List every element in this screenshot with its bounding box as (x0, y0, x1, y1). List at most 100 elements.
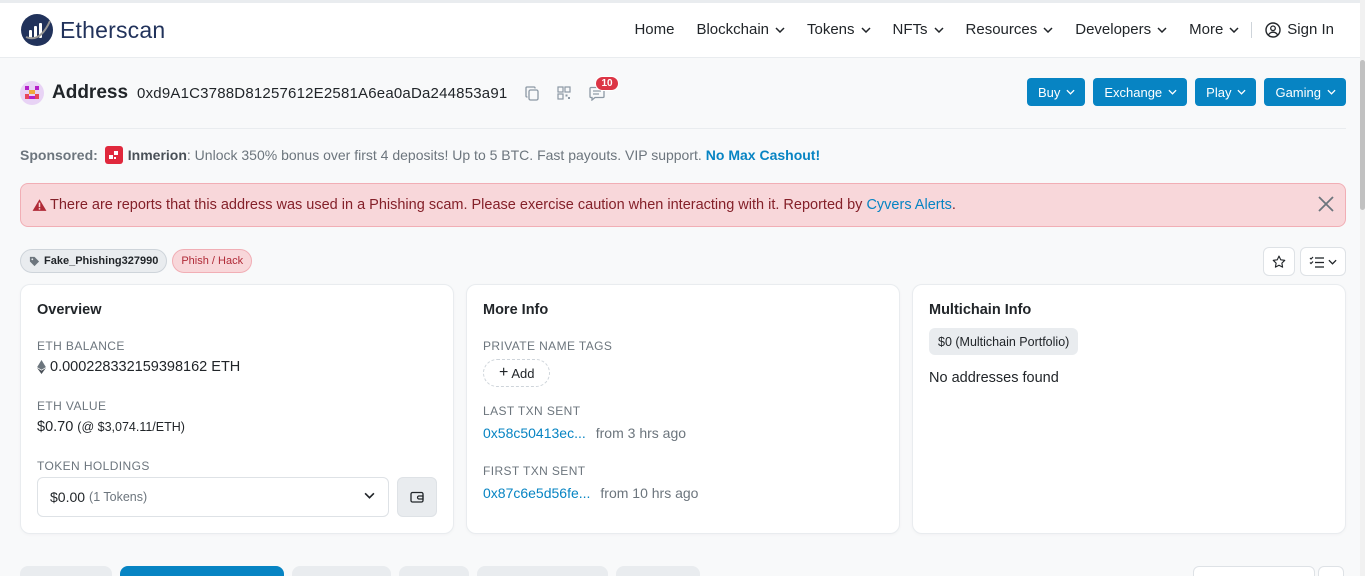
tag-icon (29, 256, 40, 266)
tab-3[interactable] (292, 566, 391, 576)
warning-triangle-icon (32, 199, 47, 211)
copy-icon[interactable] (525, 85, 540, 101)
last-txn-row: 0x58c50413ec... from 3 hrs ago (483, 425, 686, 441)
nav-more-label: More (1189, 21, 1224, 38)
eth-price-text: (@ $3,074.11/ETH) (77, 420, 185, 434)
top-navbar: Etherscan Home Blockchain Tokens NFTs Re… (0, 0, 1360, 58)
last-txn-label: LAST TXN SENT (483, 404, 581, 418)
scrollbar-thumb[interactable] (1360, 60, 1365, 210)
buy-button[interactable]: Buy (1026, 78, 1086, 106)
token-holdings-dropdown[interactable]: $0.00 (1 Tokens) (37, 477, 389, 517)
buy-button-label: Buy (1037, 84, 1061, 100)
eth-balance-label: ETH BALANCE (37, 339, 125, 353)
eth-balance-value: 0.000228332159398162 ETH (37, 359, 240, 375)
nav-more[interactable]: More (1189, 21, 1239, 38)
first-txn-link[interactable]: 0x87c6e5d56fe... (483, 485, 590, 501)
sponsor-text: : Unlock 350% bonus over first 4 deposit… (186, 147, 702, 163)
address-avatar-icon (20, 81, 44, 105)
first-txn-time: from 10 hrs ago (600, 485, 699, 501)
sponsor-link[interactable]: No Max Cashout! (706, 147, 820, 163)
token-count-text: (1 Tokens) (89, 490, 148, 504)
name-tag[interactable]: Fake_Phishing327990 (20, 249, 168, 273)
nav-resources[interactable]: Resources (966, 21, 1054, 38)
gaming-button-label: Gaming (1275, 84, 1321, 100)
brand-name: Etherscan (60, 16, 166, 43)
comment-icon[interactable]: 10 (589, 75, 619, 101)
chevron-down-icon (1066, 89, 1075, 95)
alert-text: There are reports that this address was … (50, 197, 863, 213)
nav-nfts-label: NFTs (892, 21, 928, 38)
chevron-down-icon (1229, 26, 1239, 33)
add-label: Add (511, 365, 535, 381)
close-icon[interactable] (1317, 195, 1335, 217)
gaming-button[interactable]: Gaming (1264, 78, 1346, 106)
comment-count-badge: 10 (595, 75, 619, 91)
chevron-down-icon (1327, 89, 1336, 95)
main-nav: Home Blockchain Tokens NFTs Resources De… (612, 21, 1360, 38)
phishing-alert: There are reports that this address was … (20, 183, 1346, 227)
multichain-title: Multichain Info (929, 302, 1032, 318)
chevron-down-icon (1328, 259, 1337, 265)
add-private-tag-button[interactable]: + Add (483, 359, 551, 387)
nav-tokens[interactable]: Tokens (807, 21, 871, 38)
exchange-button[interactable]: Exchange (1093, 78, 1188, 106)
private-tags-label: PRIVATE NAME TAGS (483, 339, 613, 353)
more-options-button[interactable] (1300, 247, 1346, 276)
token-holdings-label: TOKEN HOLDINGS (37, 459, 150, 473)
chevron-down-icon (1157, 26, 1167, 33)
last-txn-time: from 3 hrs ago (595, 425, 687, 441)
tab-5[interactable] (477, 566, 608, 576)
tab-6[interactable] (616, 566, 700, 576)
qr-code-icon[interactable] (557, 86, 572, 100)
nav-separator (1251, 21, 1253, 38)
overview-title: Overview (37, 302, 102, 318)
tab-4[interactable] (399, 566, 469, 576)
nav-home-label: Home (634, 21, 675, 38)
multichain-portfolio-badge[interactable]: $0 (Multichain Portfolio) (929, 328, 1079, 355)
phish-hack-tag[interactable]: Phish / Hack (172, 249, 253, 273)
nav-developers-label: Developers (1075, 21, 1152, 38)
nav-tokens-label: Tokens (807, 21, 855, 38)
address-hash: 0xd9A1C3788D81257612E2581A6ea0aDa244853a… (137, 84, 508, 102)
header-divider (20, 128, 1346, 129)
multichain-card: Multichain Info $0 (Multichain Portfolio… (912, 284, 1346, 534)
sponsor-name[interactable]: Inmerion (128, 147, 187, 163)
play-button[interactable]: Play (1195, 78, 1257, 106)
more-info-card: More Info PRIVATE NAME TAGS + Add LAST T… (466, 284, 900, 534)
eth-value: $0.70 (@ $3,074.11/ETH) (37, 419, 185, 435)
nav-developers[interactable]: Developers (1075, 21, 1167, 38)
chevron-down-icon (775, 26, 785, 33)
eth-balance-text: 0.000228332159398162 ETH (50, 359, 241, 375)
star-icon (1272, 255, 1286, 268)
phish-hack-label: Phish / Hack (181, 255, 244, 267)
header-button-group: Buy Exchange Play Gaming (1019, 78, 1346, 106)
nav-blockchain[interactable]: Blockchain (696, 21, 785, 38)
chevron-down-icon (861, 26, 871, 33)
list-check-icon (1309, 256, 1324, 268)
wallet-button[interactable] (397, 477, 437, 517)
last-txn-link[interactable]: 0x58c50413ec... (483, 425, 586, 441)
alert-suffix: . (951, 197, 956, 213)
page-scrollbar[interactable] (1360, 0, 1365, 576)
sign-in-link[interactable]: Sign In (1265, 21, 1334, 38)
chevron-down-icon (1168, 89, 1177, 95)
sponsored-banner: Sponsored: Inmerion : Unlock 350% bonus … (20, 146, 820, 164)
tab-2-active[interactable] (120, 566, 284, 576)
more-info-title: More Info (483, 302, 549, 318)
name-tag-label: Fake_Phishing327990 (44, 255, 159, 267)
nav-resources-label: Resources (965, 21, 1038, 38)
nav-nfts[interactable]: NFTs (893, 21, 944, 38)
alert-reporter-link[interactable]: Cyvers Alerts (866, 197, 951, 213)
tab-1[interactable] (20, 566, 112, 576)
play-button-label: Play (1206, 84, 1232, 100)
plus-icon: + (499, 364, 509, 381)
filter-button[interactable] (1318, 566, 1344, 576)
sign-in-label: Sign In (1287, 21, 1334, 38)
nav-home[interactable]: Home (634, 21, 674, 38)
brand-link[interactable]: Etherscan (20, 13, 165, 47)
inmerion-logo-icon (104, 146, 123, 164)
download-button[interactable] (1193, 566, 1315, 576)
favorite-button[interactable] (1263, 247, 1295, 276)
multichain-empty-text: No addresses found (929, 370, 1059, 386)
user-circle-icon (1265, 21, 1281, 38)
